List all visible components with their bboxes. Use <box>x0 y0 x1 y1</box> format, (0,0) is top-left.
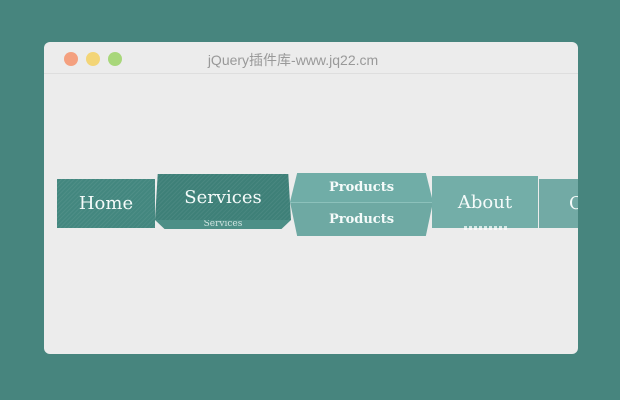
menu-item-services[interactable]: Services <box>155 174 291 220</box>
menu-item-home[interactable]: Home <box>57 179 155 228</box>
menu-item-contact[interactable]: C <box>539 179 578 228</box>
menu-item-about[interactable]: About <box>432 176 538 228</box>
menu-item-services-flip-face: Services <box>155 220 291 229</box>
menu-item-products-flip-face[interactable]: Products <box>290 202 433 236</box>
menu-item-about-edge <box>464 226 508 230</box>
nav-menu: Home Services Services Products Products… <box>44 42 578 354</box>
menu-item-products[interactable]: Products <box>290 173 433 202</box>
browser-window: jQuery插件库-www.jq22.cm Home Services Serv… <box>44 42 578 354</box>
